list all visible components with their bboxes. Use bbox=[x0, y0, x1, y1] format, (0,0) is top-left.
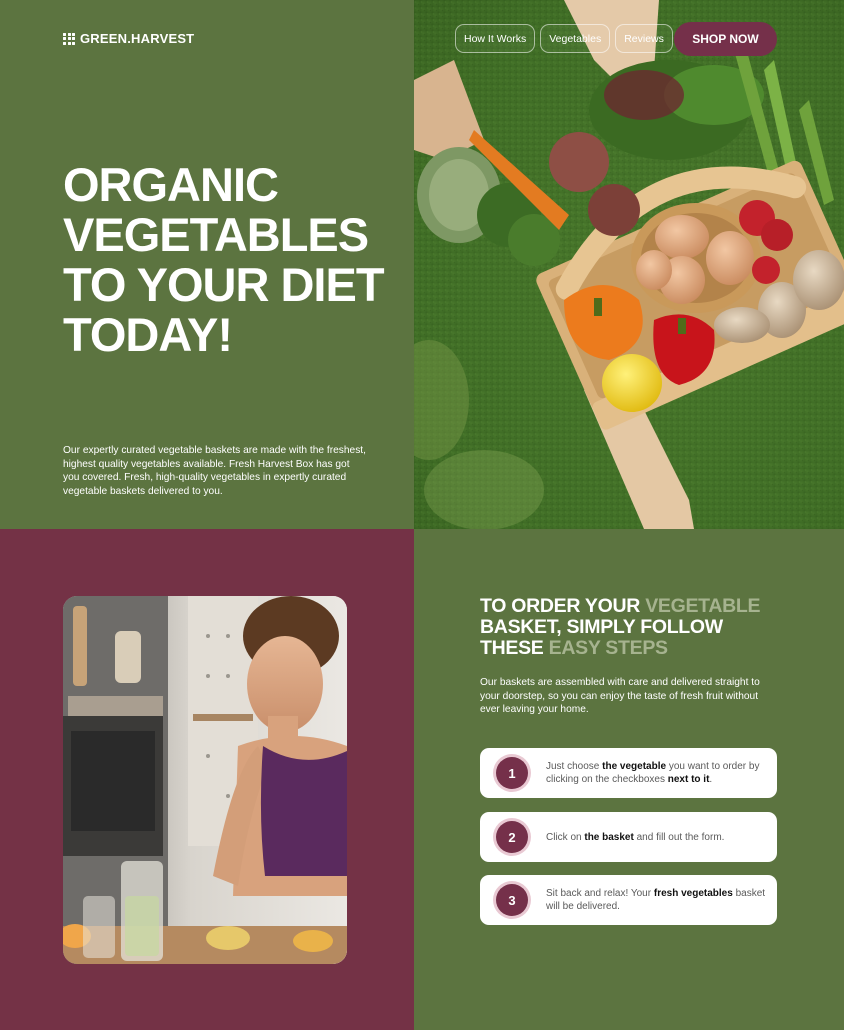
step-number: 1 bbox=[496, 757, 528, 789]
brand-logo[interactable]: GREEN.HARVEST bbox=[63, 31, 194, 46]
hero-title-line: TODAY! bbox=[63, 308, 233, 361]
nav-vegetables[interactable]: Vegetables bbox=[540, 24, 611, 53]
steps-title-part: THESE bbox=[480, 637, 549, 659]
hero-vegetable-basket-image bbox=[414, 0, 844, 529]
step-text: Sit back and relax! Your fresh vegetable… bbox=[546, 888, 766, 912]
steps-title-part: BASKET, SIMPLY FOLLOW bbox=[480, 616, 723, 638]
steps-title: TO ORDER YOUR VEGETABLE BASKET, SIMPLY F… bbox=[480, 596, 780, 659]
hero-title-line: TO YOUR DIET bbox=[63, 258, 385, 311]
hero-title: ORGANIC VEGETABLES TO YOUR DIET TODAY! bbox=[63, 160, 403, 360]
step-card-2[interactable]: 2 Click on the basket and fill out the f… bbox=[480, 812, 777, 862]
steps-title-highlight: EASY STEPS bbox=[548, 637, 668, 659]
main-nav: How It Works Vegetables Reviews bbox=[455, 24, 673, 53]
steps-description: Our baskets are assembled with care and … bbox=[480, 677, 760, 716]
nav-how-it-works[interactable]: How It Works bbox=[455, 24, 536, 53]
hero-title-line: ORGANIC bbox=[63, 158, 279, 211]
step-text: Just choose the vegetable you want to or… bbox=[546, 761, 760, 785]
grid-icon bbox=[63, 32, 75, 45]
nav-reviews[interactable]: Reviews bbox=[615, 24, 673, 53]
brand-name: GREEN.HARVEST bbox=[80, 31, 195, 46]
steps-title-part: TO ORDER YOUR bbox=[480, 595, 646, 617]
step-number: 2 bbox=[496, 821, 528, 853]
hero-description: Our expertly curated vegetable baskets a… bbox=[63, 445, 366, 497]
step-number: 3 bbox=[496, 884, 528, 916]
step-text: Click on the basket and fill out the for… bbox=[546, 831, 725, 843]
shop-now-button[interactable]: SHOP NOW bbox=[674, 22, 777, 56]
step-card-3[interactable]: 3 Sit back and relax! Your fresh vegetab… bbox=[480, 875, 777, 925]
step-card-1[interactable]: 1 Just choose the vegetable you want to … bbox=[480, 748, 777, 798]
hero-title-line: VEGETABLES bbox=[63, 208, 369, 261]
steps-title-highlight: VEGETABLE bbox=[645, 595, 761, 617]
woman-cooking-image bbox=[63, 596, 347, 964]
